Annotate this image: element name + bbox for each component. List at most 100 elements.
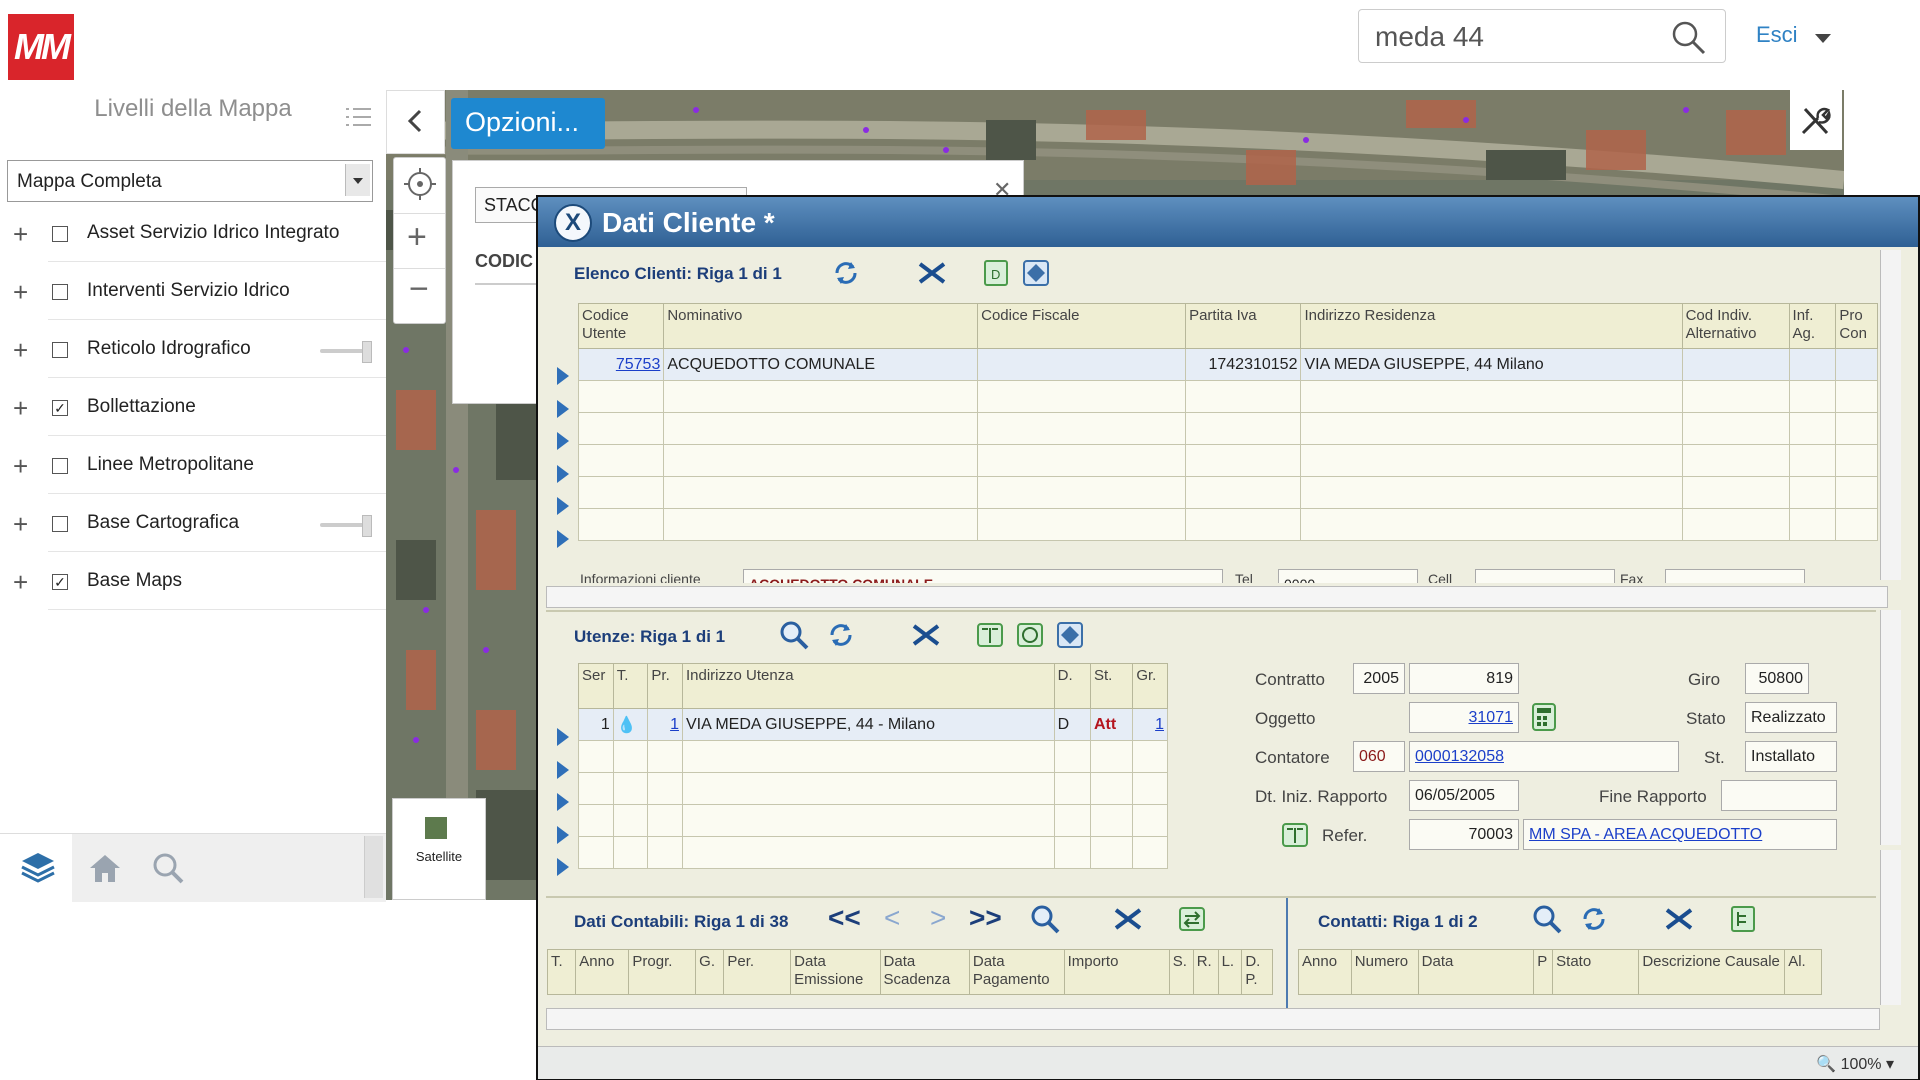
locate-icon[interactable] [404, 168, 436, 200]
table-cell[interactable]: 1 [647, 708, 683, 741]
expand-icon[interactable]: + [13, 393, 28, 424]
refer-code-field[interactable]: 70003 [1409, 819, 1519, 850]
table-row[interactable] [578, 836, 1168, 869]
column-header[interactable]: Progr. [628, 949, 697, 995]
table-row[interactable] [577, 444, 1878, 477]
table-row[interactable] [577, 380, 1878, 413]
column-header[interactable]: S. [1168, 949, 1194, 995]
map-locate-icon[interactable] [1055, 620, 1085, 650]
layer-checkbox[interactable] [52, 458, 68, 474]
table-row[interactable] [578, 772, 1168, 805]
column-header[interactable]: Indirizzo Residenza [1300, 303, 1683, 349]
column-header[interactable]: Data Scadenza [879, 949, 970, 995]
collapse-panel-button[interactable] [386, 90, 445, 154]
contratto-year-field[interactable]: 2005 [1353, 663, 1405, 694]
clients-vertical-scrollbar[interactable] [1880, 250, 1901, 580]
layer-checkbox[interactable]: ✓ [52, 574, 68, 590]
contatore-link[interactable]: 0000132058 [1409, 741, 1679, 772]
expand-icon[interactable]: + [13, 567, 28, 598]
column-header[interactable]: Numero [1350, 949, 1419, 995]
meter-icon[interactable] [1015, 620, 1045, 650]
refresh-icon[interactable] [831, 258, 861, 288]
column-header[interactable]: Pr. [647, 663, 683, 709]
fax-field[interactable] [1665, 569, 1805, 583]
column-header[interactable]: Per. [723, 949, 792, 995]
column-header[interactable]: P [1533, 949, 1554, 995]
column-header[interactable]: Partita Iva [1185, 303, 1302, 349]
row-selector-icon[interactable] [557, 825, 569, 844]
row-selector-icon[interactable] [557, 497, 569, 515]
stato-field[interactable]: Realizzato [1745, 702, 1837, 733]
refresh-icon[interactable] [1579, 904, 1609, 934]
layer-item[interactable]: + Asset Servizio Idrico Integrato [0, 205, 386, 262]
map-select[interactable]: Mappa Completa [7, 160, 373, 202]
table-cell[interactable] [577, 412, 665, 445]
table-row[interactable]: 1 💧 1 VIA MEDA GIUSEPPE, 44 - Milano D Att 1 [578, 708, 1168, 741]
table-cell[interactable] [577, 380, 665, 413]
zoom-level[interactable]: 🔍 100% ▾ [1816, 1054, 1894, 1074]
calculator-icon[interactable] [1529, 702, 1559, 732]
first-page-button[interactable]: << [828, 902, 861, 934]
row-selector-icon[interactable] [557, 399, 569, 418]
book-icon[interactable] [975, 620, 1005, 650]
zoom-out-button[interactable]: − [409, 270, 429, 309]
row-selector-icon[interactable] [557, 432, 569, 450]
row-selector-icon[interactable] [557, 793, 569, 811]
column-header[interactable]: Nominativo [663, 303, 979, 349]
panel-scrollbar[interactable] [364, 836, 383, 898]
app-x-icon[interactable]: X [554, 204, 592, 242]
oggetto-link[interactable]: 31071 [1409, 702, 1519, 733]
next-page-button[interactable]: > [930, 902, 946, 934]
row-selector-icon[interactable] [557, 529, 569, 548]
previous-page-button[interactable]: < [884, 902, 900, 934]
contatore-code-field[interactable]: 060 [1353, 741, 1405, 772]
home-icon[interactable] [88, 852, 122, 884]
column-header[interactable]: Al. [1784, 949, 1822, 995]
exit-link[interactable]: Esci [1756, 22, 1798, 48]
layer-item[interactable]: + ✓ Base Maps [0, 553, 386, 610]
search-icon[interactable] [1671, 20, 1707, 61]
column-header[interactable]: St. [1089, 663, 1134, 709]
column-header[interactable]: L. [1217, 949, 1243, 995]
layer-checkbox[interactable] [52, 226, 68, 242]
column-header[interactable]: Inf. Ag. [1788, 303, 1837, 349]
table-row[interactable] [578, 804, 1168, 837]
document-tree-icon[interactable] [1728, 904, 1758, 934]
expand-icon[interactable]: + [13, 277, 28, 308]
dialog-titlebar[interactable]: X Dati Cliente * [538, 197, 1918, 247]
column-header[interactable]: Codice Fiscale [977, 303, 1187, 349]
excel-export-icon[interactable] [917, 258, 947, 288]
tel-field[interactable]: 0000 [1278, 569, 1418, 583]
cell-field[interactable] [1475, 569, 1615, 583]
utenze-vertical-scrollbar[interactable] [1880, 610, 1901, 845]
mm-logo[interactable]: MM [8, 14, 74, 80]
tools-button[interactable] [1790, 90, 1842, 150]
table-cell[interactable]: 75753 [577, 348, 665, 381]
row-selector-icon[interactable] [557, 728, 569, 746]
layer-item[interactable]: + Reticolo Idrografico [0, 321, 386, 378]
bottom-vertical-scrollbar[interactable] [1880, 850, 1901, 1005]
column-header[interactable]: T. [546, 949, 577, 995]
column-header[interactable]: Anno [575, 949, 630, 995]
bottom-horizontal-scrollbar[interactable] [546, 1008, 1880, 1030]
layer-item[interactable]: + Interventi Servizio Idrico [0, 263, 386, 320]
expand-icon[interactable]: + [13, 451, 28, 482]
column-header[interactable]: Data [1417, 949, 1535, 995]
end-date-field[interactable] [1721, 780, 1837, 811]
client-info-field[interactable]: ACQUEDOTTO COMUNALE [743, 569, 1223, 583]
column-header[interactable]: Ser [578, 663, 614, 709]
table-cell[interactable]: 1 [1132, 708, 1168, 741]
meter-status-field[interactable]: Installato [1745, 741, 1837, 772]
layer-checkbox[interactable]: ✓ [52, 400, 68, 416]
zoom-in-button[interactable]: + [407, 218, 427, 257]
map-locate-icon[interactable] [1021, 258, 1051, 288]
column-header[interactable]: Anno [1298, 949, 1352, 995]
search-icon[interactable] [1532, 904, 1562, 934]
search-input[interactable] [1373, 20, 1657, 54]
layers-tab[interactable] [0, 834, 72, 902]
column-header[interactable]: D. P. [1241, 949, 1273, 995]
excel-export-icon[interactable] [1664, 904, 1694, 934]
table-cell[interactable] [577, 508, 665, 541]
layer-checkbox[interactable] [52, 284, 68, 300]
last-page-button[interactable]: >> [969, 902, 1002, 934]
